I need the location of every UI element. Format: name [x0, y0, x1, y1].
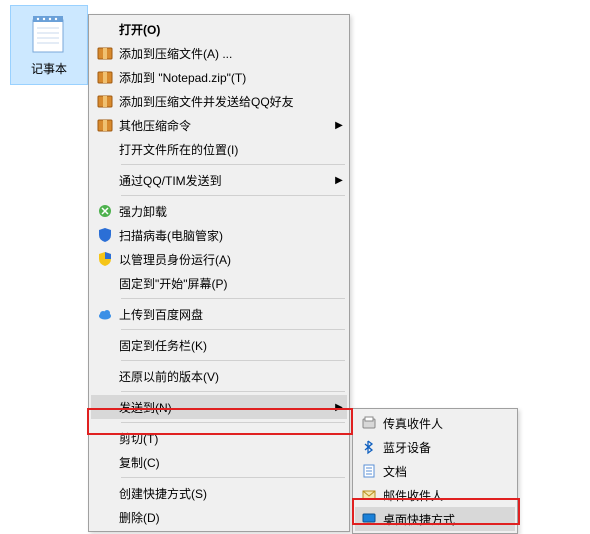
- document-icon: [355, 463, 383, 479]
- cloud-icon: [91, 306, 119, 322]
- menu-label: 传真收件人: [383, 415, 515, 432]
- menu-run-as-admin[interactable]: 以管理员身份运行(A): [91, 247, 347, 271]
- fax-icon: [355, 415, 383, 431]
- menu-add-to-archive[interactable]: 添加到压缩文件(A) ...: [91, 41, 347, 65]
- separator: [121, 164, 345, 165]
- menu-label: 其他压缩命令: [119, 117, 331, 134]
- admin-shield-icon: [91, 251, 119, 267]
- menu-force-uninstall[interactable]: 强力卸载: [91, 199, 347, 223]
- separator: [121, 477, 345, 478]
- shield-icon: [91, 227, 119, 243]
- menu-add-archive-qq[interactable]: 添加到压缩文件并发送给QQ好友: [91, 89, 347, 113]
- separator: [121, 391, 345, 392]
- submenu-arrow-icon: ▶: [331, 120, 347, 131]
- separator: [121, 360, 345, 361]
- uninstall-icon: [91, 203, 119, 219]
- menu-delete[interactable]: 删除(D): [91, 505, 347, 529]
- separator: [121, 329, 345, 330]
- menu-label: 通过QQ/TIM发送到: [119, 172, 331, 189]
- submenu-fax-recipient[interactable]: 传真收件人: [355, 411, 515, 435]
- menu-label: 添加到压缩文件(A) ...: [119, 45, 347, 62]
- menu-label: 以管理员身份运行(A): [119, 251, 347, 268]
- archive-icon: [91, 69, 119, 85]
- menu-label: 固定到"开始"屏幕(P): [119, 275, 347, 292]
- archive-icon: [91, 93, 119, 109]
- menu-label: 添加到压缩文件并发送给QQ好友: [119, 93, 347, 110]
- menu-upload-baidu[interactable]: 上传到百度网盘: [91, 302, 347, 326]
- menu-open-file-location[interactable]: 打开文件所在的位置(I): [91, 137, 347, 161]
- menu-label: 文档: [383, 463, 515, 480]
- archive-icon: [91, 45, 119, 61]
- submenu-bluetooth[interactable]: 蓝牙设备: [355, 435, 515, 459]
- menu-label: 扫描病毒(电脑管家): [119, 227, 347, 244]
- menu-label: 剪切(T): [119, 430, 347, 447]
- archive-icon: [91, 117, 119, 133]
- menu-create-shortcut[interactable]: 创建快捷方式(S): [91, 481, 347, 505]
- menu-copy[interactable]: 复制(C): [91, 450, 347, 474]
- bluetooth-icon: [355, 439, 383, 455]
- menu-label: 邮件收件人: [383, 487, 515, 504]
- submenu-arrow-icon: ▶: [331, 175, 347, 186]
- menu-label: 上传到百度网盘: [119, 306, 347, 323]
- menu-label: 打开文件所在的位置(I): [119, 141, 347, 158]
- menu-label: 打开(O): [119, 21, 347, 38]
- menu-open[interactable]: 打开(O): [91, 17, 347, 41]
- separator: [121, 298, 345, 299]
- menu-label: 桌面快捷方式: [383, 511, 515, 528]
- mail-icon: [355, 487, 383, 503]
- submenu-documents[interactable]: 文档: [355, 459, 515, 483]
- menu-add-to-notepad-zip[interactable]: 添加到 "Notepad.zip"(T): [91, 65, 347, 89]
- menu-cut[interactable]: 剪切(T): [91, 426, 347, 450]
- menu-label: 复制(C): [119, 454, 347, 471]
- menu-label: 强力卸载: [119, 203, 347, 220]
- menu-send-to[interactable]: 发送到(N) ▶: [91, 395, 347, 419]
- menu-pin-to-start[interactable]: 固定到"开始"屏幕(P): [91, 271, 347, 295]
- notepad-icon: [27, 12, 71, 56]
- separator: [121, 195, 345, 196]
- submenu-desktop-shortcut[interactable]: 桌面快捷方式: [355, 507, 515, 531]
- desktop-icon-label: 记事本: [31, 60, 67, 77]
- menu-label: 发送到(N): [119, 399, 331, 416]
- menu-pin-to-taskbar[interactable]: 固定到任务栏(K): [91, 333, 347, 357]
- menu-restore-previous[interactable]: 还原以前的版本(V): [91, 364, 347, 388]
- separator: [121, 422, 345, 423]
- menu-scan-virus[interactable]: 扫描病毒(电脑管家): [91, 223, 347, 247]
- submenu-arrow-icon: ▶: [331, 402, 347, 413]
- submenu-mail-recipient[interactable]: 邮件收件人: [355, 483, 515, 507]
- context-menu: 打开(O) 添加到压缩文件(A) ... 添加到 "Notepad.zip"(T…: [88, 14, 350, 532]
- send-to-submenu: 传真收件人 蓝牙设备 文档 邮件收件人 桌面快捷方式: [352, 408, 518, 534]
- menu-label: 添加到 "Notepad.zip"(T): [119, 69, 347, 86]
- menu-label: 创建快捷方式(S): [119, 485, 347, 502]
- desktop-icon-notepad[interactable]: 记事本: [10, 5, 88, 85]
- menu-label: 固定到任务栏(K): [119, 337, 347, 354]
- menu-send-via-qq-tim[interactable]: 通过QQ/TIM发送到 ▶: [91, 168, 347, 192]
- desktop-icon: [355, 511, 383, 527]
- menu-label: 还原以前的版本(V): [119, 368, 347, 385]
- menu-label: 蓝牙设备: [383, 439, 515, 456]
- menu-label: 删除(D): [119, 509, 347, 526]
- menu-other-archive[interactable]: 其他压缩命令 ▶: [91, 113, 347, 137]
